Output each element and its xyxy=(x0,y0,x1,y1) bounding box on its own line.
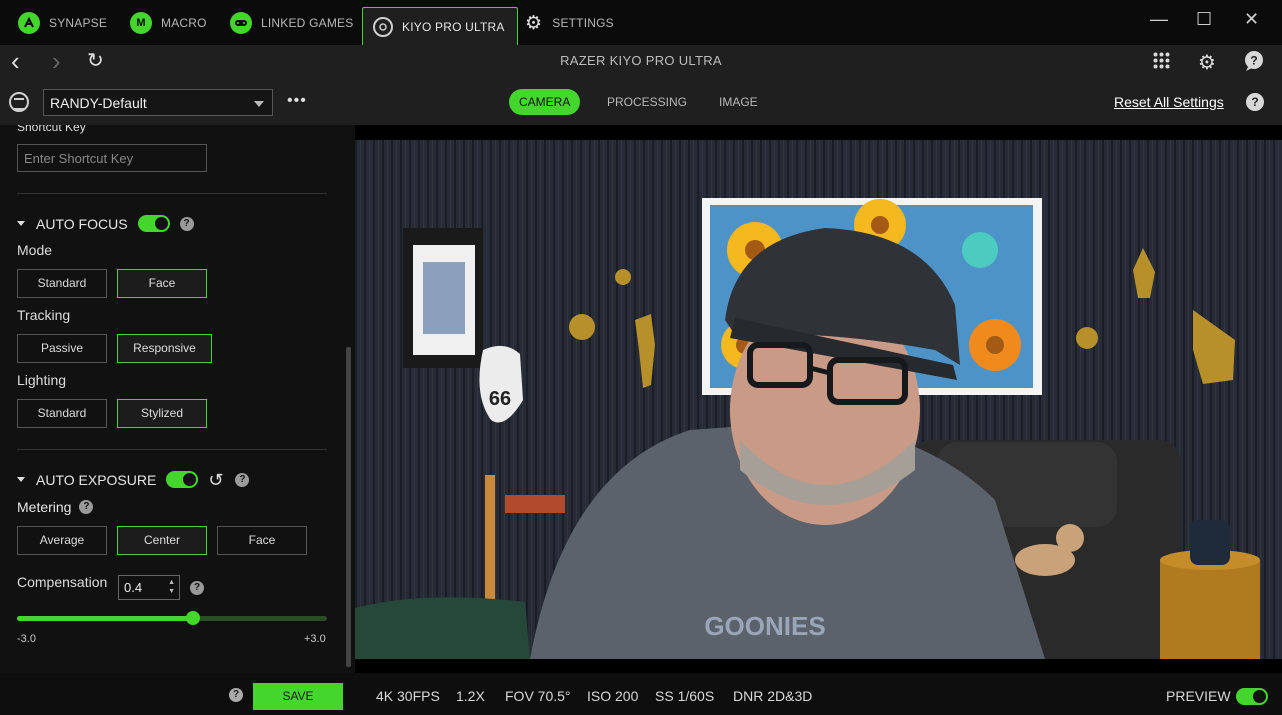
divider xyxy=(17,449,327,450)
help-icon[interactable]: ? xyxy=(179,216,194,231)
fov-stat: FOV 70.5° xyxy=(505,688,571,704)
tab-camera[interactable]: CAMERA xyxy=(509,89,581,115)
svg-text:66: 66 xyxy=(489,388,511,410)
help-chat-icon[interactable]: ? xyxy=(1243,50,1265,78)
slider-fill xyxy=(17,616,193,621)
compensation-value: 0.4 xyxy=(124,580,143,595)
shortcut-key-label: Shortcut Key xyxy=(17,125,86,134)
lighting-label: Lighting xyxy=(17,372,67,388)
shortcut-key-input[interactable]: Enter Shortcut Key xyxy=(17,144,207,172)
sidebar-scrollbar[interactable] xyxy=(346,347,351,667)
metering-center-button[interactable]: Center xyxy=(117,526,207,555)
iso-stat: ISO 200 xyxy=(587,688,639,704)
svg-text:GOONIES: GOONIES xyxy=(704,611,825,641)
tab-image[interactable]: IMAGE xyxy=(709,89,768,115)
tab-label: KIYO PRO ULTRA xyxy=(402,19,505,34)
compensation-label: Compensation xyxy=(17,574,108,590)
tab-label: LINKED GAMES xyxy=(261,16,354,30)
tracking-responsive-button[interactable]: Responsive xyxy=(117,334,212,363)
profile-name: RANDY-Default xyxy=(50,95,147,111)
collapse-triangle-icon xyxy=(17,221,25,226)
help-icon[interactable]: ? xyxy=(1246,93,1264,111)
help-icon[interactable]: ? xyxy=(229,688,243,702)
shutter-stat: SS 1/60S xyxy=(655,688,715,704)
tab-synapse[interactable]: SYNAPSE xyxy=(18,7,107,39)
preview-toggle[interactable] xyxy=(1236,688,1268,705)
razer-snake-icon xyxy=(18,12,40,34)
camera-preview: 66 GOONIES xyxy=(355,140,1282,659)
tab-label: MACRO xyxy=(161,16,207,30)
maximize-button[interactable]: ☐ xyxy=(1196,8,1212,30)
tracking-passive-button[interactable]: Passive xyxy=(17,334,107,363)
lighting-stylized-button[interactable]: Stylized xyxy=(117,399,207,428)
slider-handle[interactable] xyxy=(185,611,200,625)
slider-min-label: -3.0 xyxy=(17,633,36,645)
device-title: RAZER KIYO PRO ULTRA xyxy=(560,53,722,68)
settings-gear-icon[interactable]: ⚙ xyxy=(1198,50,1216,75)
stepper-down-icon[interactable]: ▼ xyxy=(168,588,175,596)
gear-icon: ⚙ xyxy=(525,12,543,34)
tab-linked-games[interactable]: LINKED GAMES xyxy=(230,7,353,39)
auto-focus-title: AUTO FOCUS xyxy=(36,215,128,232)
auto-exposure-title: AUTO EXPOSURE xyxy=(36,471,157,488)
metering-label: Metering xyxy=(17,499,72,515)
tracking-label: Tracking xyxy=(17,307,71,323)
resolution-stat: 4K 30FPS xyxy=(376,688,440,704)
mode-standard-button[interactable]: Standard xyxy=(17,269,107,298)
metering-face-button[interactable]: Face xyxy=(217,526,307,555)
auto-exposure-header[interactable]: AUTO EXPOSURE ↺ ? xyxy=(17,471,250,489)
profile-bar: RANDY-Default ••• CAMERA PROCESSING IMAG… xyxy=(0,83,1282,125)
apps-grid-icon[interactable] xyxy=(1153,52,1170,75)
zoom-stat: 1.2X xyxy=(456,688,485,704)
camera-feed-image: 66 GOONIES xyxy=(355,140,1282,659)
profile-stack-icon xyxy=(9,92,29,112)
metering-average-button[interactable]: Average xyxy=(17,526,107,555)
help-icon[interactable]: ? xyxy=(79,500,94,514)
chevron-down-icon xyxy=(254,101,264,107)
metering-label-row: Metering ? xyxy=(17,499,94,515)
close-button[interactable]: ✕ xyxy=(1244,8,1259,30)
gamepad-icon xyxy=(230,12,252,34)
macro-m-icon: M xyxy=(130,12,152,34)
bottom-bar: ? SAVE 4K 30FPS 1.2X FOV 70.5° ISO 200 S… xyxy=(0,673,1282,715)
preview-bottom-bar xyxy=(355,659,1282,673)
preview-label: PREVIEW xyxy=(1166,688,1231,704)
tab-kiyo-pro-ultra[interactable]: KIYO PRO ULTRA xyxy=(362,7,518,45)
settings-sidebar: Shortcut Key Enter Shortcut Key AUTO FOC… xyxy=(0,125,355,673)
nav-bar: ‹ › ↻ RAZER KIYO PRO ULTRA ⚙ ? xyxy=(0,45,1282,83)
compensation-slider[interactable] xyxy=(17,611,327,625)
tab-macro[interactable]: M MACRO xyxy=(130,7,207,39)
lighting-standard-button[interactable]: Standard xyxy=(17,399,107,428)
tab-label: SETTINGS xyxy=(552,16,614,30)
auto-focus-toggle[interactable] xyxy=(137,215,170,232)
mode-face-button[interactable]: Face xyxy=(117,269,207,298)
tab-label: SYNAPSE xyxy=(49,16,108,30)
stepper-up-icon[interactable]: ▲ xyxy=(168,579,175,587)
divider xyxy=(17,193,327,194)
preview-top-bar xyxy=(355,125,1282,140)
webcam-icon xyxy=(373,16,393,37)
more-options-button[interactable]: ••• xyxy=(287,92,307,110)
tab-settings[interactable]: ⚙ SETTINGS xyxy=(525,7,614,39)
svg-text:?: ? xyxy=(1250,54,1257,68)
minimize-button[interactable]: — xyxy=(1150,8,1168,30)
reset-all-settings-link[interactable]: Reset All Settings xyxy=(1114,94,1224,110)
mode-label: Mode xyxy=(17,242,53,258)
reset-icon[interactable]: ↺ xyxy=(208,471,223,489)
tab-processing[interactable]: PROCESSING xyxy=(597,89,697,115)
auto-exposure-toggle[interactable] xyxy=(166,471,199,488)
slider-max-label: +3.0 xyxy=(304,633,326,645)
auto-focus-header[interactable]: AUTO FOCUS ? xyxy=(17,215,194,232)
compensation-stepper[interactable]: 0.4 ▲ ▼ xyxy=(118,575,180,600)
profile-dropdown[interactable]: RANDY-Default xyxy=(43,89,273,116)
dnr-stat: DNR 2D&3D xyxy=(733,688,813,704)
help-icon[interactable]: ? xyxy=(235,472,250,487)
save-button[interactable]: SAVE xyxy=(253,683,343,710)
collapse-triangle-icon xyxy=(17,477,25,482)
help-icon[interactable]: ? xyxy=(190,581,204,595)
title-bar: SYNAPSE M MACRO LINKED GAMES KIYO PRO UL… xyxy=(0,0,1282,45)
